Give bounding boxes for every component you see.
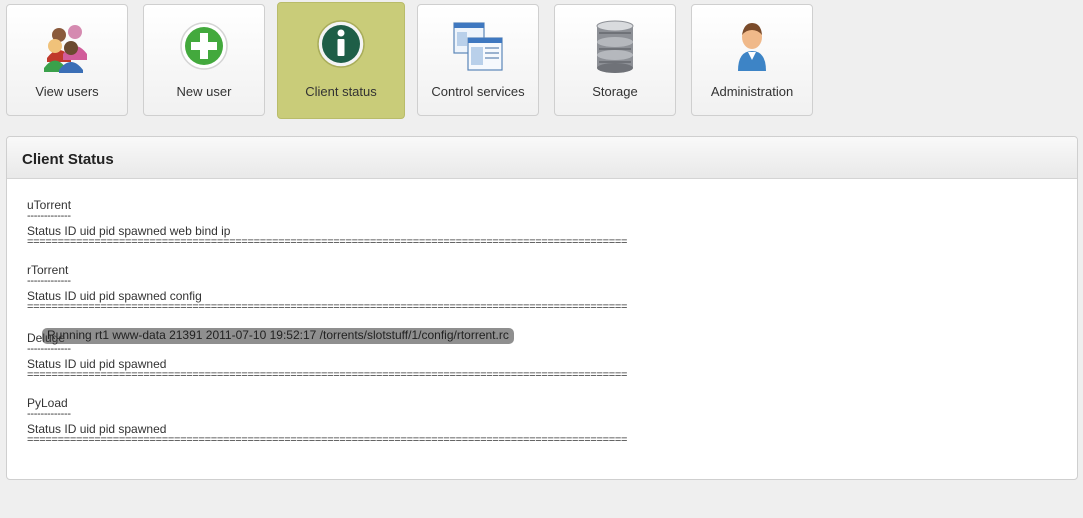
- add-user-icon: [180, 22, 228, 70]
- windows-icon: [453, 22, 503, 71]
- client-rule: ========================================…: [27, 434, 628, 446]
- client-status-button[interactable]: Client status: [277, 2, 405, 119]
- panel-body: uTorrent ------------- Status ID uid pid…: [27, 199, 627, 449]
- database-icon: [596, 20, 634, 73]
- new-user-button[interactable]: New user: [143, 4, 265, 116]
- view-users-label: View users: [35, 84, 99, 99]
- toolbar: View users New user Client status Contro…: [0, 0, 1083, 125]
- client-name-pyload: PyLoad: [27, 396, 68, 410]
- client-rule: ========================================…: [27, 236, 628, 248]
- control-services-button[interactable]: Control services: [417, 4, 539, 116]
- storage-label: Storage: [592, 84, 638, 99]
- administration-label: Administration: [710, 84, 794, 99]
- client-rule: ========================================…: [27, 369, 628, 381]
- users-icon: [44, 25, 87, 73]
- running-row: Running rt1 www-data 21391 2011-07-10 19…: [27, 315, 627, 344]
- storage-button[interactable]: Storage: [554, 4, 676, 116]
- panel-title: Client Status: [22, 151, 114, 168]
- control-services-label: Control services: [431, 84, 525, 99]
- running-process-line: Running rt1 www-data 21391 2011-07-10 19…: [42, 328, 514, 344]
- admin-icon: [738, 23, 766, 71]
- new-user-label: New user: [176, 84, 232, 99]
- info-icon: [317, 20, 365, 68]
- client-status-label: Client status: [305, 84, 377, 99]
- client-name-utorrent: uTorrent: [27, 198, 72, 212]
- panel-header: Client Status: [7, 137, 1077, 179]
- client-status-panel: Client Status uTorrent ------------- Sta…: [6, 136, 1078, 480]
- view-users-button[interactable]: View users: [6, 4, 128, 116]
- client-name-rtorrent: rTorrent: [27, 263, 69, 277]
- administration-button[interactable]: Administration: [691, 4, 813, 116]
